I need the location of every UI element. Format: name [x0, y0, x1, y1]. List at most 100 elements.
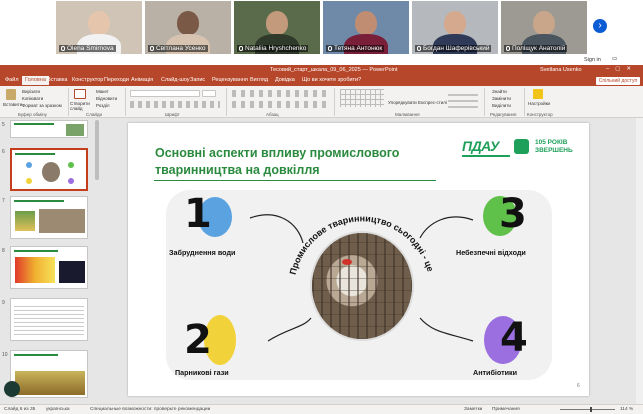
share-button[interactable]: Спільний доступ	[596, 77, 640, 85]
font-format-buttons[interactable]	[130, 101, 220, 108]
slide-number: 5	[2, 122, 5, 128]
replace-button[interactable]: Замінити	[492, 96, 511, 101]
tab-record[interactable]: Запис	[190, 77, 205, 83]
record-icon[interactable]	[4, 381, 20, 397]
font-family-select[interactable]	[130, 90, 200, 97]
tab-design[interactable]: Конструктор	[72, 77, 103, 83]
participant-name: Тетяна Антонюк	[326, 45, 385, 52]
slide-page-number: 6	[577, 383, 580, 389]
slide-thumbnail[interactable]	[10, 298, 88, 341]
slide-thumbnail[interactable]	[10, 246, 88, 289]
number-one: 1	[184, 191, 212, 237]
paste-icon[interactable]	[6, 89, 16, 100]
participant-name: Світлана Усенко	[148, 45, 208, 52]
participant-name: Olena Smirnova	[59, 45, 116, 52]
quick-styles-button[interactable]: Експрес-стилі	[418, 100, 447, 105]
new-slide-button[interactable]: Створити слайд	[70, 101, 92, 111]
account-name[interactable]: Svetlana Usenko	[540, 67, 582, 73]
accessibility-status[interactable]: Специальные возможности: проверьте реком…	[90, 407, 210, 412]
maximize-icon[interactable]: ▢	[615, 66, 626, 72]
shape-format-buttons[interactable]	[448, 90, 478, 108]
cut-button[interactable]: Вирізати	[22, 89, 40, 94]
participant-tile[interactable]: Богдан Шаферівський	[412, 1, 498, 54]
number-two: 2	[184, 317, 212, 363]
tab-animations[interactable]: Анімація	[131, 77, 153, 83]
zoom-level[interactable]: 114 %	[620, 407, 633, 412]
group-separator	[524, 88, 525, 116]
participant-name: Nataliia Hryshchenko	[237, 45, 309, 52]
designer-icon[interactable]	[533, 89, 543, 99]
comments-button[interactable]: Примечания	[492, 407, 520, 412]
notes-button[interactable]: Заметки	[464, 407, 482, 412]
window-controls[interactable]: –▢✕	[606, 66, 637, 72]
participant-name: Богдан Шаферівський	[415, 45, 492, 52]
thumb-title-line	[14, 123, 54, 125]
close-icon[interactable]: ✕	[626, 66, 637, 72]
font-size-select[interactable]	[202, 90, 216, 97]
group-separator	[334, 88, 335, 116]
chevron-right-icon[interactable]: ›	[593, 19, 607, 33]
slide-thumbnail[interactable]	[10, 120, 88, 138]
reset-button[interactable]: Відновити	[96, 96, 117, 101]
person-head	[88, 11, 110, 35]
paste-button[interactable]: Вставити	[3, 102, 22, 107]
label-hazardous-waste: Небезпечні відходи	[456, 248, 526, 257]
connector-line	[419, 317, 474, 342]
slide-thumbnail[interactable]	[10, 196, 88, 239]
tab-file[interactable]: Файл	[5, 77, 19, 83]
tell-me-search[interactable]: Що ви хочете зробити?	[302, 77, 361, 83]
people-icon[interactable]: ▭	[612, 56, 617, 62]
zoom-handle[interactable]	[590, 407, 592, 412]
participant-tile[interactable]: Тетяна Антонюк	[323, 1, 409, 54]
new-slide-icon[interactable]	[74, 89, 86, 99]
language-indicator[interactable]: українська	[46, 407, 70, 412]
person-head	[444, 11, 466, 35]
current-slide[interactable]: Основні аспекти впливу промислового твар…	[127, 115, 589, 396]
zoom-slider[interactable]	[560, 409, 615, 410]
tab-home[interactable]: Головна	[22, 76, 49, 85]
layout-button[interactable]: Макет	[96, 89, 109, 94]
sign-in-link[interactable]: Sign in	[584, 57, 601, 63]
tab-help[interactable]: Довідка	[275, 77, 295, 83]
cage-bars	[312, 233, 412, 339]
section-button[interactable]: Розділ	[96, 103, 109, 108]
thumbnail-scrollbar[interactable]	[95, 120, 99, 180]
person-head	[533, 11, 555, 35]
participant-tile[interactable]: Світлана Усенко	[145, 1, 231, 54]
participant-tile[interactable]: Поліщук Анатолій	[501, 1, 587, 54]
format-painter-button[interactable]: Формат за зразком	[22, 103, 62, 108]
select-button[interactable]: Виділити	[492, 103, 511, 108]
mic-muted-icon	[506, 46, 510, 51]
paragraph-buttons[interactable]	[232, 90, 327, 97]
participant-tile[interactable]: Nataliia Hryshchenko	[234, 1, 320, 54]
designer-button[interactable]: Настройки	[528, 101, 550, 106]
editor-scrollbar[interactable]	[636, 118, 643, 404]
group-separator	[68, 88, 69, 116]
tab-insert[interactable]: Вставка	[47, 77, 67, 83]
thumb-title-line	[15, 153, 55, 155]
slide-thumbnail-selected[interactable]	[10, 148, 88, 191]
tab-slideshow[interactable]: Слайд-шоу	[161, 77, 190, 83]
thumb-blob	[26, 178, 32, 184]
participant-tile[interactable]: Olena Smirnova	[56, 1, 142, 54]
minimize-icon[interactable]: –	[606, 66, 615, 72]
shapes-gallery[interactable]	[340, 89, 384, 107]
copy-button[interactable]: Копіювати	[22, 96, 43, 101]
alignment-buttons[interactable]	[232, 101, 327, 108]
tab-view[interactable]: Вигляд	[250, 77, 268, 83]
participant-name: Поліщук Анатолій	[504, 45, 568, 52]
comb	[342, 259, 352, 265]
slide-counter: Слайд 6 из 35	[4, 407, 36, 412]
slide-number: 9	[2, 300, 5, 306]
tab-review[interactable]: Рецензування	[212, 77, 248, 83]
thumb-image	[15, 257, 55, 283]
slide-thumbnail[interactable]	[10, 350, 88, 398]
video-strip: Olena Smirnova Світлана Усенко Nataliia …	[0, 0, 643, 55]
thumb-image	[66, 124, 84, 136]
group-separator	[226, 88, 227, 116]
find-button[interactable]: Знайти	[492, 89, 507, 94]
thumb-image	[15, 211, 35, 231]
status-bar: Слайд 6 из 35 українська Специальные воз…	[0, 404, 643, 414]
tab-transitions[interactable]: Переходи	[104, 77, 129, 83]
arrange-button[interactable]: Упорядкувати	[388, 100, 417, 105]
